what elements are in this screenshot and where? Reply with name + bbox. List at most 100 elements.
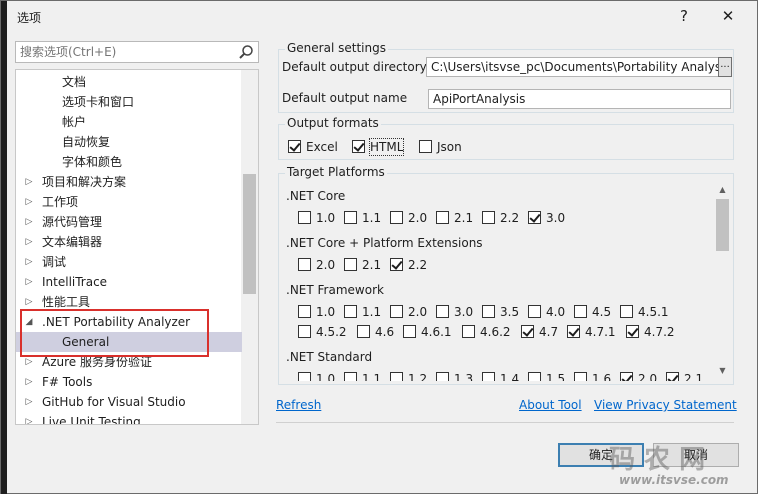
scroll-up-icon[interactable]: ▲: [716, 185, 729, 197]
checkbox-unchecked-icon[interactable]: [436, 372, 449, 381]
checkbox-unchecked-icon[interactable]: [482, 372, 495, 381]
checkbox-unchecked-icon[interactable]: [390, 305, 403, 318]
tree-item[interactable]: 帐户: [16, 112, 242, 132]
checkbox-checked-icon[interactable]: [666, 372, 679, 381]
checkbox-label: 2.1: [362, 258, 382, 272]
checkbox-unchecked-icon[interactable]: [436, 305, 449, 318]
checkbox-unchecked-icon[interactable]: [620, 305, 633, 318]
tree-item[interactable]: ▷ 工作项: [16, 192, 242, 212]
tree-item[interactable]: 字体和颜色: [16, 152, 242, 172]
checkbox-label: 2.2: [500, 211, 520, 225]
checkbox-label: 1.6: [592, 372, 612, 381]
checkbox-label: 4.6: [375, 325, 395, 339]
privacy-statement-link[interactable]: View Privacy Statement: [594, 398, 737, 412]
tree-item[interactable]: ▷ F# Tools: [16, 372, 242, 392]
tree-item[interactable]: General: [16, 332, 242, 352]
help-button[interactable]: ?: [669, 5, 699, 27]
platforms-scrollbar-thumb[interactable]: [716, 199, 729, 251]
checkbox-unchecked-icon[interactable]: [390, 211, 403, 224]
checkbox-unchecked-icon[interactable]: [574, 305, 587, 318]
refresh-link[interactable]: Refresh: [276, 398, 321, 412]
browse-button[interactable]: ...: [718, 57, 732, 77]
tree-item[interactable]: 自动恢复: [16, 132, 242, 152]
checkbox-unchecked-icon[interactable]: [482, 211, 495, 224]
output-formats-title: Output formats: [285, 116, 381, 130]
checkbox-checked-icon[interactable]: [626, 325, 639, 338]
collapsed-arrow-icon[interactable]: ▷: [24, 412, 34, 424]
checkbox-unchecked-icon[interactable]: [462, 325, 475, 338]
checkbox-unchecked-icon[interactable]: [419, 140, 432, 153]
tree-item[interactable]: 文档: [16, 72, 242, 92]
tree-item[interactable]: ▷ Azure 服务身份验证: [16, 352, 242, 372]
checkbox-unchecked-icon[interactable]: [357, 325, 370, 338]
collapsed-arrow-icon[interactable]: ▷: [24, 232, 34, 252]
checkbox-checked-icon[interactable]: [528, 211, 541, 224]
tree-item-label: 性能工具: [42, 295, 91, 309]
checkbox-unchecked-icon[interactable]: [344, 372, 357, 381]
checkbox-unchecked-icon[interactable]: [298, 325, 311, 338]
checkbox-checked-icon[interactable]: [288, 140, 301, 153]
tree-item[interactable]: ▷ GitHub for Visual Studio: [16, 392, 242, 412]
tree-item[interactable]: ▷ 源代码管理: [16, 212, 242, 232]
checkbox-label: 1.1: [362, 305, 382, 319]
tree-item[interactable]: ▷ 项目和解决方案: [16, 172, 242, 192]
checkbox-label: 2.1: [454, 211, 474, 225]
search-box: [15, 41, 259, 63]
scroll-down-icon[interactable]: ▼: [716, 366, 729, 378]
checkbox-unchecked-icon[interactable]: [482, 305, 495, 318]
checkbox-checked-icon[interactable]: [352, 140, 365, 153]
checkbox-unchecked-icon[interactable]: [298, 258, 311, 271]
output-dir-field[interactable]: C:\Users\itsvse_pc\Documents\Portability…: [426, 57, 721, 77]
checkbox-checked-icon[interactable]: [390, 258, 403, 271]
checkbox-unchecked-icon[interactable]: [298, 305, 311, 318]
tree-item[interactable]: ▷ IntelliTrace: [16, 272, 242, 292]
tree-item[interactable]: ▷ 调试: [16, 252, 242, 272]
tree-item-label: 调试: [42, 255, 67, 269]
checkbox-label: 4.6.1: [421, 325, 452, 339]
expanded-arrow-icon[interactable]: ◢: [24, 312, 34, 332]
search-icon[interactable]: [238, 44, 254, 60]
checkbox-unchecked-icon[interactable]: [528, 305, 541, 318]
checkbox-unchecked-icon[interactable]: [574, 372, 587, 381]
checkbox-unchecked-icon[interactable]: [344, 258, 357, 271]
checkbox-unchecked-icon[interactable]: [528, 372, 541, 381]
collapsed-arrow-icon[interactable]: ▷: [24, 272, 34, 292]
tree-item-label: GitHub for Visual Studio: [42, 395, 186, 409]
tree-item[interactable]: ▷ 性能工具: [16, 292, 242, 312]
checkbox-unchecked-icon[interactable]: [390, 372, 403, 381]
tree-scrollbar-thumb[interactable]: [243, 174, 256, 294]
tree-item[interactable]: ◢ .NET Portability Analyzer: [16, 312, 242, 332]
close-button[interactable]: ✕: [713, 5, 743, 27]
collapsed-arrow-icon[interactable]: ▷: [24, 352, 34, 372]
tree-scrollbar[interactable]: [241, 70, 258, 424]
checkbox-checked-icon[interactable]: [620, 372, 633, 381]
collapsed-arrow-icon[interactable]: ▷: [24, 392, 34, 412]
collapsed-arrow-icon[interactable]: ▷: [24, 292, 34, 312]
collapsed-arrow-icon[interactable]: ▷: [24, 192, 34, 212]
tree-item[interactable]: ▷ 文本编辑器: [16, 232, 242, 252]
checkbox-unchecked-icon[interactable]: [298, 372, 311, 381]
checkbox-unchecked-icon[interactable]: [298, 211, 311, 224]
checkbox-unchecked-icon[interactable]: [403, 325, 416, 338]
tree-item-label: 选项卡和窗口: [62, 95, 135, 109]
search-input[interactable]: [20, 44, 230, 60]
tree-item-label: 帐户: [62, 115, 87, 129]
checkbox-checked-icon[interactable]: [521, 325, 534, 338]
collapsed-arrow-icon[interactable]: ▷: [24, 172, 34, 192]
tree-item[interactable]: ▷ Live Unit Testing: [16, 412, 242, 424]
collapsed-arrow-icon[interactable]: ▷: [24, 252, 34, 272]
checkbox-unchecked-icon[interactable]: [344, 211, 357, 224]
checkbox-label: Json: [437, 140, 462, 154]
checkbox-unchecked-icon[interactable]: [344, 305, 357, 318]
checkbox-checked-icon[interactable]: [567, 325, 580, 338]
checkbox-label: HTML: [368, 138, 405, 156]
output-name-field[interactable]: ApiPortAnalysis: [428, 89, 731, 109]
platforms-scrollbar[interactable]: ▲ ▼: [714, 183, 731, 380]
collapsed-arrow-icon[interactable]: ▷: [24, 372, 34, 392]
about-tool-link[interactable]: About Tool: [519, 398, 582, 412]
tree-item[interactable]: 选项卡和窗口: [16, 92, 242, 112]
platform-group-name: .NET Standard: [286, 350, 373, 364]
checkbox-label: 2.1: [684, 372, 704, 381]
collapsed-arrow-icon[interactable]: ▷: [24, 212, 34, 232]
checkbox-unchecked-icon[interactable]: [436, 211, 449, 224]
